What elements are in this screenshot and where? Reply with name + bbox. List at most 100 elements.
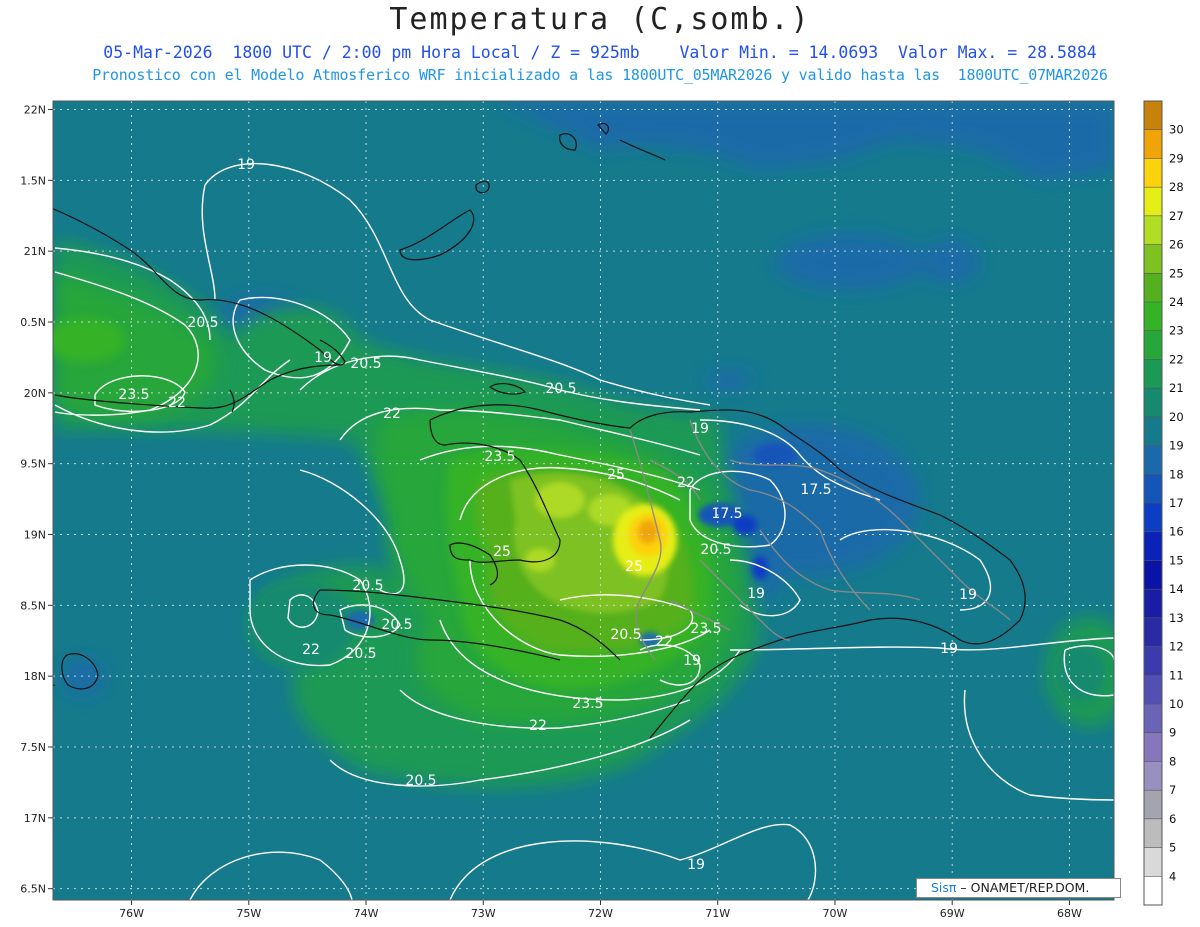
contour-label: 22 (655, 634, 673, 650)
y-tick-label: 6.5N (20, 883, 46, 896)
contour-label: 20.5 (350, 356, 381, 372)
y-tick-label: 18N (24, 670, 46, 683)
colorbar-swatch (1144, 531, 1162, 561)
x-tick-label: 75W (236, 907, 261, 920)
y-tick-label: 22N (24, 104, 46, 117)
contour-label: 19 (314, 350, 332, 366)
contour-label: 22 (677, 475, 695, 491)
y-tick-label: 0.5N (20, 316, 46, 329)
x-tick-label: 70W (823, 907, 848, 920)
x-tick-label: 69W (940, 907, 965, 920)
colorbar-swatch (1144, 158, 1162, 188)
colorbar-swatch (1144, 589, 1162, 618)
x-tick-label: 76W (119, 907, 144, 920)
contour-label: 25 (625, 559, 643, 575)
contour-label: 22 (302, 642, 320, 658)
colorbar-label: 20 (1169, 410, 1184, 424)
colorbar-swatch (1144, 732, 1162, 762)
colorbar-swatch (1144, 215, 1162, 245)
colorbar-swatch (1144, 330, 1162, 360)
colorbar-swatch (1144, 101, 1162, 130)
contour-label: 22 (529, 718, 547, 734)
contour-label: 19 (683, 653, 701, 669)
contour-label: 19 (747, 586, 765, 602)
colorbar-label: 27 (1169, 209, 1184, 223)
colorbar-label: 6 (1169, 812, 1176, 826)
contour-label: 20.5 (187, 315, 218, 331)
colorbar-label: 14 (1169, 582, 1184, 596)
colorbar-swatch (1144, 704, 1162, 733)
contour-label: 19 (237, 157, 255, 173)
y-tick-label: 21N (24, 245, 46, 258)
y-tick-label: 17N (24, 812, 46, 825)
colorbar-swatch (1144, 675, 1162, 704)
colorbar-label: 10 (1169, 697, 1184, 711)
contour-label: 22 (383, 406, 401, 422)
contour-label: 19 (959, 587, 977, 603)
y-tick-label: 7.5N (20, 741, 46, 754)
contour-label: 23.5 (690, 621, 721, 637)
colorbar-label: 9 (1169, 726, 1176, 740)
contour-label: 17.5 (711, 506, 742, 522)
colorbar-label: 24 (1169, 295, 1184, 309)
y-tick-label: 20N (24, 387, 46, 400)
colorbar-swatch (1144, 560, 1162, 590)
colorbar-swatch (1144, 129, 1162, 159)
colorbar-swatch (1144, 847, 1162, 877)
colorbar-swatch (1144, 617, 1162, 647)
contour-label: 20.5 (545, 381, 576, 397)
colorbar-swatch (1144, 187, 1162, 216)
colorbar-label: 8 (1169, 754, 1176, 768)
contour-label: 23.5 (118, 387, 149, 403)
colorbar-swatch (1144, 761, 1162, 791)
x-tick-label: 71W (705, 907, 730, 920)
colorbar-label: 25 (1169, 266, 1184, 280)
contour-label: 23.5 (484, 449, 515, 465)
contour-label: 20.5 (700, 542, 731, 558)
contour-label: 19 (687, 857, 705, 873)
colorbar-label: 23 (1169, 324, 1184, 338)
contour-label: 22 (168, 395, 186, 411)
colorbar-label: 5 (1169, 841, 1176, 855)
y-tick-label: 8.5N (20, 599, 46, 612)
colorbar-swatch (1144, 818, 1162, 848)
colorbar-swatch (1144, 359, 1162, 389)
colorbar-swatch (1144, 646, 1162, 676)
temperature-map: 19 20.5 19 20.5 23.5 22 22 20.5 19 23.5 25 22 17.5 17… (20, 100, 1184, 920)
colorbar-label: 21 (1169, 381, 1184, 395)
colorbar-label: 22 (1169, 352, 1184, 366)
colorbar-label: 28 (1169, 180, 1184, 194)
colorbar-swatch (1144, 503, 1162, 532)
x-tick-label: 74W (354, 907, 379, 920)
contour-label: 20.5 (352, 578, 383, 594)
colorbar-label: 7 (1169, 783, 1176, 797)
colorbar-label: 26 (1169, 238, 1184, 252)
contour-label: 25 (493, 544, 511, 560)
contour-label: 20.5 (610, 627, 641, 643)
contour-label: 19 (940, 641, 958, 657)
colorbar-swatch (1144, 302, 1162, 331)
colorbar-label: 15 (1169, 553, 1184, 567)
colorbar-label: 29 (1169, 151, 1184, 165)
colorbar-label: 18 (1169, 467, 1184, 481)
contour-label: 19 (691, 421, 709, 437)
colorbar-label: 13 (1169, 611, 1184, 625)
colorbar-swatch (1144, 273, 1162, 302)
x-tick-label: 73W (471, 907, 496, 920)
contour-label: 23.5 (572, 696, 603, 712)
colorbar-label: 11 (1169, 668, 1184, 682)
colorbar-swatch (1144, 388, 1162, 417)
colorbar: 4 5 6 7 8 9 10 11 12 13 14 15 16 17 18 19 20 21 22 23 24 25 26… (1143, 100, 1184, 906)
x-tick-label: 68W (1057, 907, 1082, 920)
colorbar-label: 4 (1169, 869, 1176, 883)
contour-label: 20.5 (345, 646, 376, 662)
y-tick-label: 1.5N (20, 174, 46, 187)
colorbar-swatch (1144, 445, 1162, 475)
contour-label: 17.5 (800, 482, 831, 498)
y-tick-label: 9.5N (20, 458, 46, 471)
sispi-logo: Sisπ (931, 880, 957, 895)
colorbar-swatch (1144, 790, 1162, 819)
contour-label: 20.5 (405, 773, 436, 789)
colorbar-label: 12 (1169, 640, 1184, 654)
colorbar-swatch (1144, 416, 1162, 446)
